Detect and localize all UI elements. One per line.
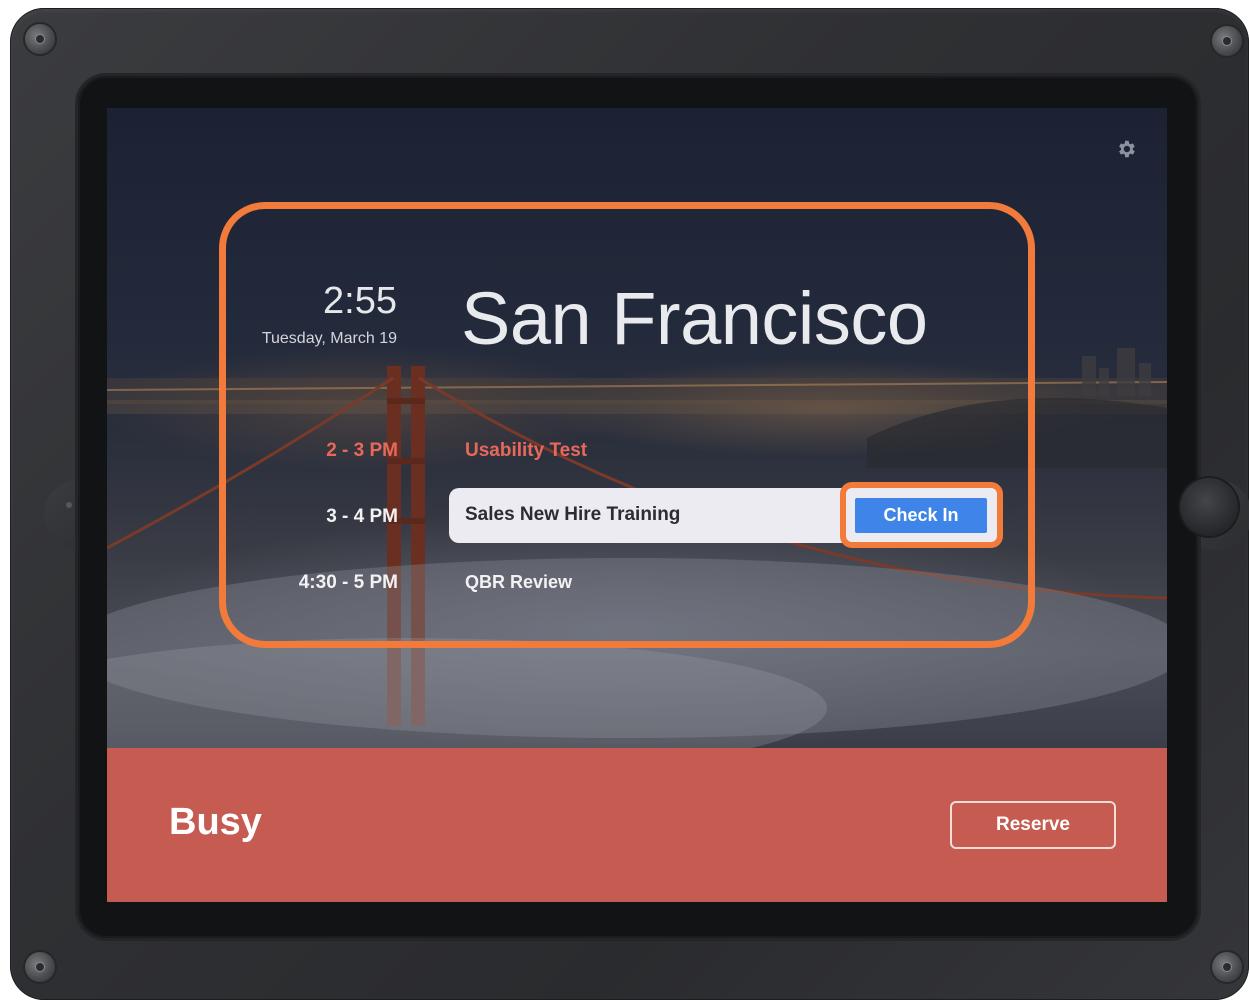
check-in-button[interactable]: Check In bbox=[855, 498, 987, 533]
screw-bottom-right bbox=[1212, 952, 1242, 982]
status-label: Busy bbox=[169, 801, 262, 843]
camera-sensor bbox=[66, 502, 72, 508]
room-name: San Francisco bbox=[461, 277, 928, 360]
screw-bottom-left bbox=[25, 952, 55, 982]
golden-gate-bridge-illustration bbox=[107, 348, 1167, 748]
event-time-3: 4:30 - 5 PM bbox=[298, 572, 398, 593]
event-time-1: 2 - 3 PM bbox=[326, 440, 398, 461]
reserve-button[interactable]: Reserve bbox=[950, 801, 1116, 849]
event-title-2: Sales New Hire Training bbox=[465, 504, 681, 525]
current-date: Tuesday, March 19 bbox=[261, 330, 397, 347]
screw-top-left bbox=[25, 24, 55, 54]
background-photo bbox=[107, 108, 1167, 748]
room-display-screen: 2:55 Tuesday, March 19 San Francisco 2 -… bbox=[107, 108, 1167, 902]
screw-top-right bbox=[1212, 26, 1242, 56]
home-button[interactable] bbox=[1180, 478, 1238, 536]
gear-icon[interactable] bbox=[1115, 138, 1137, 160]
current-time: 2:55 bbox=[323, 280, 397, 322]
status-bar: Busy Reserve bbox=[107, 748, 1167, 902]
event-title-3: QBR Review bbox=[465, 572, 573, 592]
event-time-2: 3 - 4 PM bbox=[326, 506, 398, 527]
event-title-1: Usability Test bbox=[465, 440, 588, 461]
